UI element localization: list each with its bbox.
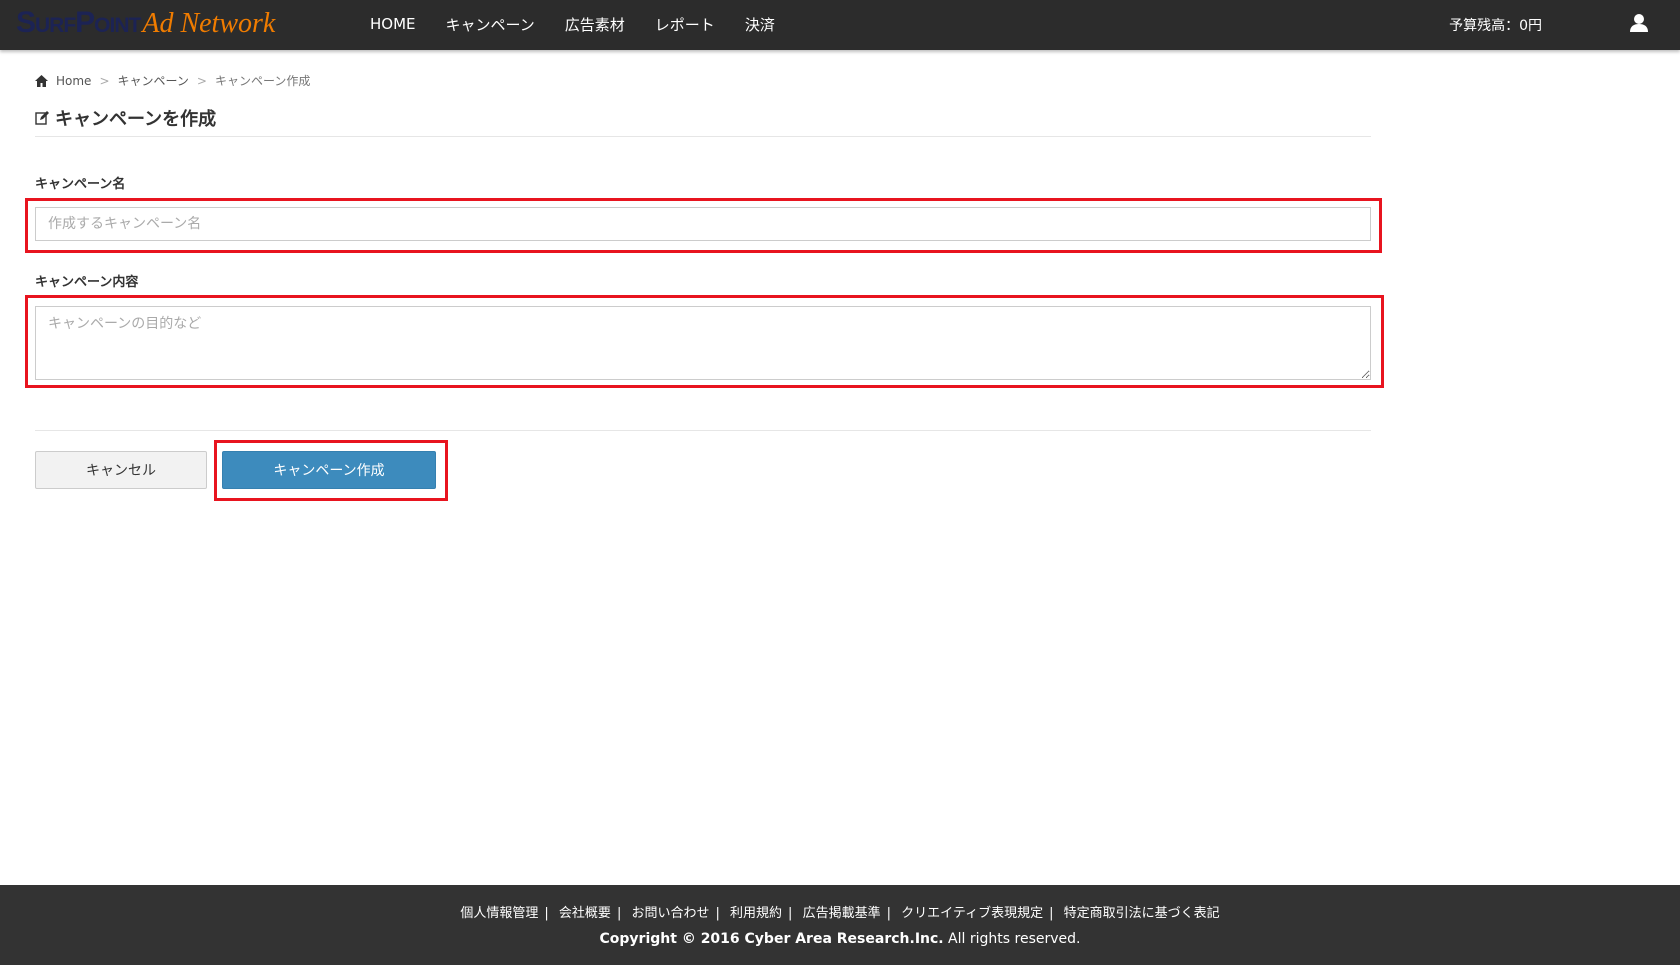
footer-separator: | — [616, 906, 622, 921]
footer-separator: | — [1049, 906, 1054, 921]
budget-balance: 予算残高：0円 — [1449, 18, 1542, 34]
logo[interactable]: SurfPoint Ad Network — [16, 6, 275, 44]
divider — [35, 430, 1371, 431]
copyright-bold: Copyright © 2016 Cyber Area Research.Inc… — [599, 931, 944, 947]
logo-text-surfpoint: SurfPoint — [16, 6, 141, 39]
edit-icon — [35, 111, 49, 125]
logo-text-adnetwork: Ad Network — [142, 8, 276, 39]
nav-campaign[interactable]: キャンペーン — [446, 14, 535, 35]
copyright: Copyright © 2016 Cyber Area Research.Inc… — [0, 931, 1680, 947]
campaign-description-textarea[interactable] — [35, 306, 1371, 380]
footer-link-terms[interactable]: 利用規約 — [730, 906, 782, 921]
footer-separator: | — [544, 906, 549, 921]
page-title-text: キャンペーンを作成 — [55, 109, 217, 130]
breadcrumb-separator: > — [196, 73, 207, 88]
top-navbar: SurfPoint Ad Network HOME キャンペーン 広告素材 レポ… — [0, 0, 1680, 50]
create-campaign-button[interactable]: キャンペーン作成 — [222, 451, 436, 489]
divider — [35, 136, 1371, 137]
footer-separator: | — [715, 906, 720, 921]
home-icon — [35, 74, 48, 87]
footer-link-contact[interactable]: お問い合わせ — [631, 906, 709, 921]
page-title: キャンペーンを作成 — [35, 105, 216, 131]
nav-creatives[interactable]: 広告素材 — [565, 14, 625, 35]
cancel-button[interactable]: キャンセル — [35, 451, 207, 489]
footer-separator: | — [788, 906, 793, 921]
campaign-name-label: キャンペーン名 — [35, 177, 126, 192]
user-icon[interactable] — [1630, 13, 1648, 33]
footer-separator: | — [886, 906, 891, 921]
breadcrumb-home[interactable]: Home — [56, 74, 91, 88]
nav-payment[interactable]: 決済 — [745, 14, 775, 35]
footer-link-creative-rules[interactable]: クリエイティブ表現規定 — [901, 906, 1043, 921]
footer: 個人情報管理 | 会社概要 | お問い合わせ | 利用規約 | 広告掲載基準 | クリエイ… — [0, 885, 1680, 965]
campaign-description-label: キャンペーン内容 — [35, 275, 139, 290]
footer-link-commercial-law[interactable]: 特定商取引法に基づく表記 — [1064, 906, 1220, 921]
footer-links: 個人情報管理 | 会社概要 | お問い合わせ | 利用規約 | 広告掲載基準 | クリエイ… — [0, 902, 1680, 921]
footer-link-privacy[interactable]: 個人情報管理 — [460, 906, 538, 921]
copyright-rest: All rights reserved. — [943, 931, 1081, 947]
footer-link-ad-standards[interactable]: 広告掲載基準 — [803, 906, 881, 921]
breadcrumb: Home > キャンペーン > キャンペーン作成 — [35, 72, 310, 89]
nav-home[interactable]: HOME — [370, 15, 416, 33]
main-menu: HOME キャンペーン 広告素材 レポート 決済 — [370, 0, 775, 48]
campaign-name-input[interactable] — [35, 207, 1371, 241]
breadcrumb-campaign[interactable]: キャンペーン — [118, 72, 189, 89]
nav-report[interactable]: レポート — [655, 14, 715, 35]
breadcrumb-separator: > — [99, 73, 110, 88]
footer-link-company[interactable]: 会社概要 — [559, 906, 611, 921]
breadcrumb-current: キャンペーン作成 — [214, 74, 311, 88]
